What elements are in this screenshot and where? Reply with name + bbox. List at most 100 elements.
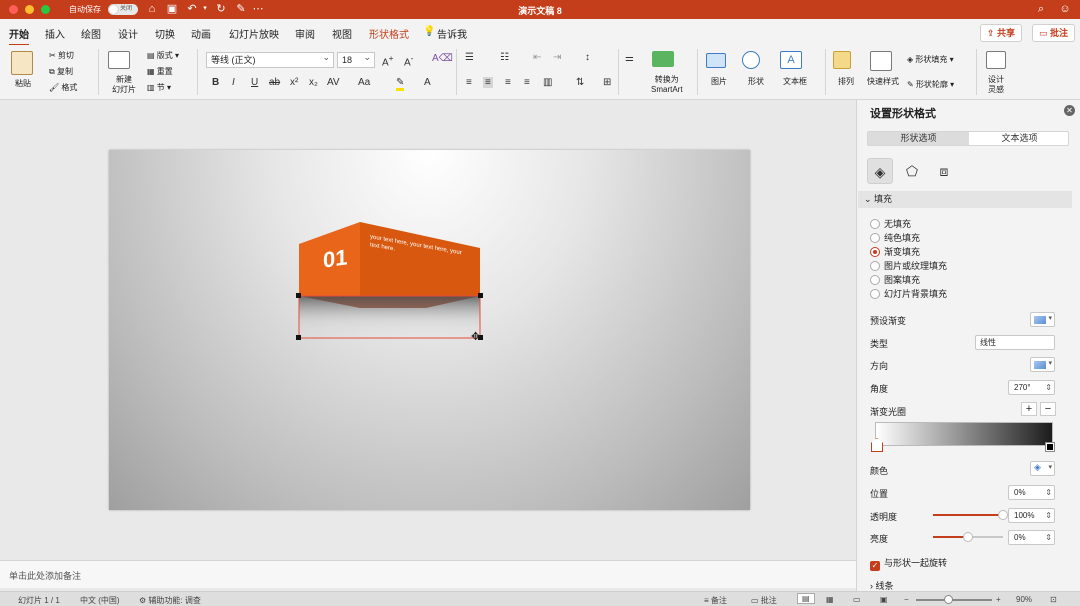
radio-no-fill[interactable]: 无填充 xyxy=(870,217,911,230)
radio-pattern-fill[interactable]: 图案填充 xyxy=(870,273,920,286)
preset-gradient-picker[interactable] xyxy=(1030,312,1055,327)
increase-indent-icon[interactable]: ⇥ xyxy=(553,52,561,63)
fit-slide-icon[interactable]: ⊡ xyxy=(1050,595,1057,604)
cut-button[interactable]: ✂ 剪切 xyxy=(49,50,74,61)
font-size-select[interactable]: 18 xyxy=(337,50,375,68)
tell-me-search[interactable]: 告诉我 xyxy=(437,26,467,41)
justify-icon[interactable]: ≡ xyxy=(524,77,530,88)
tab-animations[interactable]: 动画 xyxy=(191,26,211,41)
zoom-in-icon[interactable]: + xyxy=(996,595,1001,604)
tab-review[interactable]: 审阅 xyxy=(295,26,315,41)
add-stop-button[interactable]: + xyxy=(1021,402,1037,416)
change-case-icon[interactable]: Aa xyxy=(358,77,370,88)
align-center-icon[interactable]: ≡ xyxy=(483,77,493,88)
design-ideas-button[interactable] xyxy=(986,51,1006,71)
layout-button[interactable]: ▤ 版式 ▾ xyxy=(147,50,179,61)
section-button[interactable]: ▥ 节 ▾ xyxy=(147,82,171,93)
position-input[interactable]: 0% xyxy=(1008,485,1055,500)
zoom-level[interactable]: 90% xyxy=(1016,595,1032,604)
effects-pentagon-icon[interactable]: ⬠ xyxy=(899,158,925,184)
tab-insert[interactable]: 插入 xyxy=(45,26,65,41)
textbox-button[interactable]: A xyxy=(780,51,802,69)
brightness-knob[interactable] xyxy=(963,532,973,542)
resize-handle[interactable] xyxy=(296,335,301,340)
shape-fill-button[interactable]: ◈ 形状填充 ▾ xyxy=(907,54,954,65)
normal-view-icon[interactable]: ▤ xyxy=(797,593,815,604)
transparency-slider[interactable] xyxy=(933,510,1008,520)
search-icon[interactable]: ⌕ xyxy=(1034,2,1048,16)
account-icon[interactable]: ☺ xyxy=(1058,2,1072,16)
smartart-icon[interactable] xyxy=(652,51,674,67)
highlight-icon[interactable]: ✎ xyxy=(396,77,405,91)
notes-pane[interactable]: 单击此处添加备注 xyxy=(0,560,856,588)
fill-section-header[interactable]: ⌄ 填充 xyxy=(858,191,1072,208)
gradient-type-select[interactable]: 线性 xyxy=(975,335,1055,350)
notes-button[interactable]: ≡ 备注 xyxy=(704,595,727,606)
slide[interactable]: ✥ 01 your text here, your text here, you… xyxy=(109,150,750,510)
tab-view[interactable]: 视图 xyxy=(332,26,352,41)
shadow-rectangle[interactable] xyxy=(299,296,480,338)
zoom-out-icon[interactable]: − xyxy=(904,595,909,604)
transparency-knob[interactable] xyxy=(998,510,1008,520)
tab-draw[interactable]: 绘图 xyxy=(81,26,101,41)
arrange-button[interactable] xyxy=(833,51,851,71)
size-properties-icon[interactable]: ⧈ xyxy=(931,158,957,184)
slideshow-icon[interactable]: ▣ xyxy=(880,595,888,604)
columns-icon[interactable]: ▥ xyxy=(543,77,552,88)
text-columns-icon[interactable]: ⚌ xyxy=(625,53,634,64)
shape-button[interactable] xyxy=(742,51,760,71)
brightness-slider[interactable] xyxy=(933,532,1003,542)
radio-picture-fill[interactable]: 图片或纹理填充 xyxy=(870,259,947,272)
accessibility-status[interactable]: ⚙ 辅助功能: 调查 xyxy=(139,595,201,606)
radio-solid-fill[interactable]: 纯色填充 xyxy=(870,231,920,244)
font-name-select[interactable]: 等线 (正文) xyxy=(206,50,334,68)
resize-handle[interactable] xyxy=(478,293,483,298)
convert-smartart-label[interactable]: 转换为 SmartArt xyxy=(651,75,683,95)
rotate-with-shape-checkbox[interactable]: ✓ 与形状一起旋转 xyxy=(870,556,947,571)
comments-status-button[interactable]: ▭ 批注 xyxy=(751,595,777,606)
comments-button[interactable]: ▭ 批注 xyxy=(1032,24,1076,42)
tab-transitions[interactable]: 切换 xyxy=(155,26,175,41)
decrease-indent-icon[interactable]: ⇤ xyxy=(533,52,541,63)
direction-picker[interactable] xyxy=(1030,357,1055,372)
angle-input[interactable]: 270° xyxy=(1008,380,1055,395)
line-spacing-icon[interactable]: ↕ xyxy=(585,52,590,63)
paste-button[interactable] xyxy=(11,51,33,77)
close-pane-icon[interactable]: ✕ xyxy=(1064,105,1075,116)
radio-background-fill[interactable]: 幻灯片背景填充 xyxy=(870,287,947,300)
superscript-icon[interactable]: x² xyxy=(290,77,298,88)
underline-icon[interactable]: U xyxy=(251,77,258,88)
clear-format-icon[interactable]: A⌫ xyxy=(432,53,453,64)
reading-view-icon[interactable]: ▭ xyxy=(853,595,861,604)
bold-icon[interactable]: B xyxy=(212,77,219,88)
increase-font-icon[interactable]: A+ xyxy=(382,53,394,68)
language[interactable]: 中文 (中国) xyxy=(80,595,120,606)
decrease-font-icon[interactable]: A- xyxy=(404,53,413,68)
gradient-stop-right[interactable] xyxy=(1045,442,1055,452)
radio-gradient-fill[interactable]: 渐变填充 xyxy=(870,245,920,258)
subscript-icon[interactable]: x₂ xyxy=(309,77,318,88)
strikethrough-icon[interactable]: ab xyxy=(269,77,280,88)
slide-sorter-icon[interactable]: ▦ xyxy=(826,595,834,604)
bullets-icon[interactable]: ☰ xyxy=(465,52,474,63)
stop-color-picker[interactable]: ◈ xyxy=(1030,461,1055,476)
reset-button[interactable]: ▦ 重置 xyxy=(147,66,173,77)
banner-number[interactable]: 01 xyxy=(323,244,347,273)
picture-button[interactable] xyxy=(706,53,726,70)
tab-design[interactable]: 设计 xyxy=(118,26,138,41)
tab-shape-options[interactable]: 形状选项 xyxy=(868,132,969,145)
align-left-icon[interactable]: ≡ xyxy=(466,77,472,88)
fill-line-icon[interactable]: ◈ xyxy=(867,158,893,184)
font-color-icon[interactable]: A xyxy=(424,77,431,88)
transparency-input[interactable]: 100% xyxy=(1008,508,1055,523)
share-button[interactable]: ⇪ 共享 xyxy=(980,24,1023,42)
tab-shape-format[interactable]: 形状格式 xyxy=(369,26,409,41)
tab-text-options[interactable]: 文本选项 xyxy=(969,132,1070,145)
copy-button[interactable]: ⧉ 复制 xyxy=(49,66,73,77)
zoom-knob[interactable] xyxy=(944,595,953,604)
text-direction-icon[interactable]: ⇅ xyxy=(576,77,584,88)
remove-stop-button[interactable]: − xyxy=(1040,402,1056,416)
gradient-stops-bar[interactable] xyxy=(875,422,1053,446)
tab-home[interactable]: 开始 xyxy=(9,26,29,46)
format-painter-button[interactable]: 🖌 格式 xyxy=(49,82,77,93)
